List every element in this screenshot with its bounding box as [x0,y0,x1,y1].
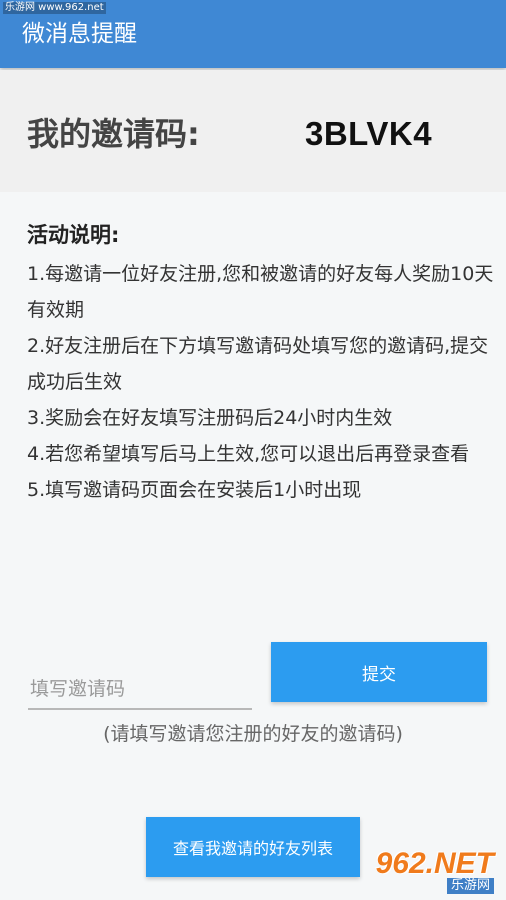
logo-sub-text: 乐游网 [446,878,494,894]
rule-item-4: 4.若您希望填写后马上生效,您可以退出后再登录查看 [27,443,470,465]
invite-code-panel: 我的邀请码: 3BLVK4 [0,70,506,192]
site-logo: 962.NET 乐游网 [370,848,500,896]
logo-main-text: 962.NET [375,847,494,880]
invite-code-input[interactable] [28,670,252,710]
watermark-text: 乐游网 www.962.net [3,2,106,14]
invite-code-value: 3BLVK4 [305,115,433,152]
app-bar: 乐游网 www.962.net 微消息提醒 [0,0,506,68]
rules-title: 活动说明: [27,223,120,247]
rule-item-5: 5.填写邀请码页面会在安装后1小时出现 [27,479,362,501]
rule-item-2: 2.好友注册后在下方填写邀请码处填写您的邀请码,提交成功后生效 [27,335,489,393]
activity-rules: 活动说明: 1.每邀请一位好友注册,您和被邀请的好友每人奖励10天有效期 2.好… [27,218,497,508]
input-hint: (请填写邀请您注册的好友的邀请码) [103,723,403,745]
view-friends-list-button[interactable]: 查看我邀请的好友列表 [146,817,360,877]
rule-item-1: 1.每邀请一位好友注册,您和被邀请的好友每人奖励10天有效期 [27,263,494,321]
invite-code-label: 我的邀请码: [27,115,200,153]
submit-button[interactable]: 提交 [271,642,487,702]
app-title: 微消息提醒 [22,21,137,47]
rule-item-3: 3.奖励会在好友填写注册码后24小时内生效 [27,407,393,429]
